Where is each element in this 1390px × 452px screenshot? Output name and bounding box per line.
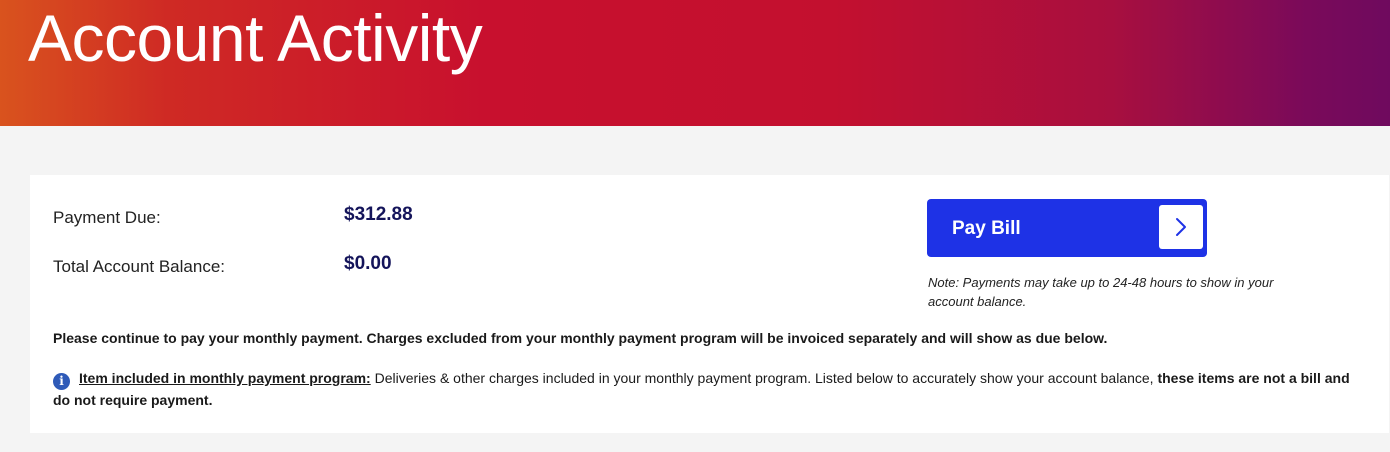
total-balance-label: Total Account Balance: [53,257,226,276]
page-header-banner: Account Activity [0,0,1390,126]
monthly-program-info: i Item included in monthly payment progra… [53,368,1353,411]
pay-bill-label: Pay Bill [952,218,1021,239]
monthly-program-info-text: Deliveries & other charges included in y… [370,370,1158,386]
total-balance-value: $0.00 [344,253,392,274]
pay-bill-button[interactable]: Pay Bill [927,199,1207,257]
monthly-payment-message: Please continue to pay your monthly paym… [53,330,1108,346]
page-title: Account Activity [28,1,483,75]
payment-due-label: Payment Due: [53,208,161,227]
chevron-right-icon [1176,218,1186,236]
monthly-program-info-link[interactable]: Item included in monthly payment program… [79,370,371,386]
payment-due-value: $312.88 [344,204,413,225]
payment-timing-note: Note: Payments may take up to 24-48 hour… [928,275,1274,309]
info-icon: i [53,373,70,390]
account-summary-card: Payment Due: $312.88 Total Account Balan… [30,175,1389,433]
pay-bill-arrow-box [1159,205,1203,249]
